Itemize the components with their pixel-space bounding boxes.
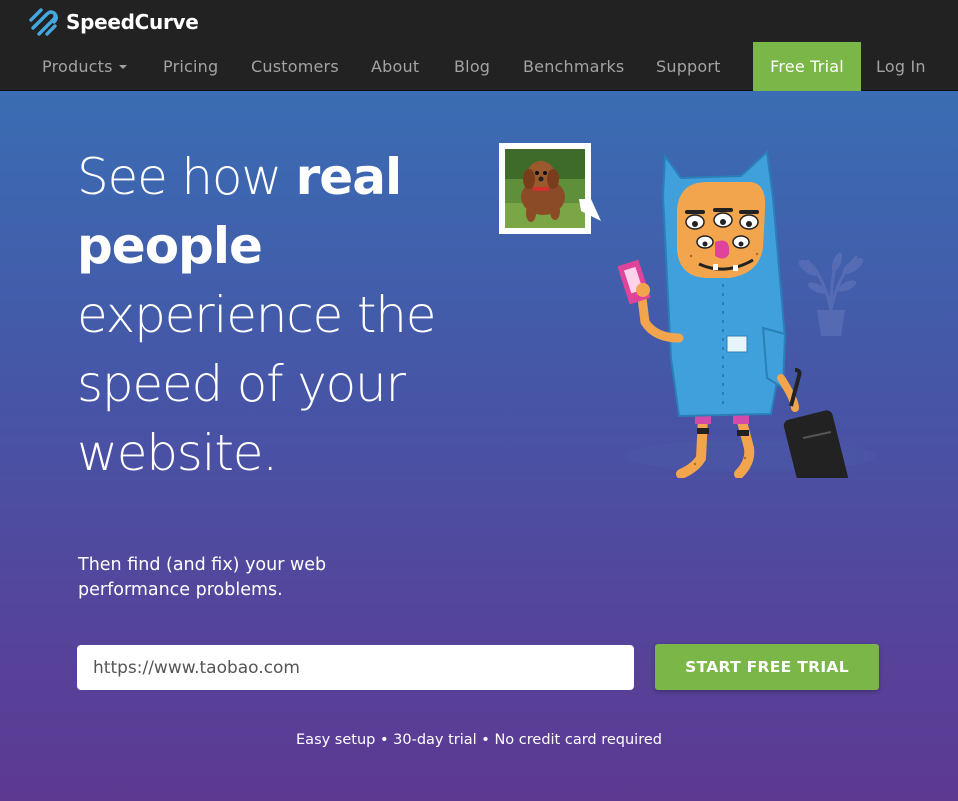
headline-line-1: See how real	[77, 148, 402, 206]
free-trial-button[interactable]: Free Trial	[753, 42, 861, 91]
nav-item-pricing[interactable]: Pricing	[163, 42, 218, 91]
potted-plant-icon	[798, 252, 864, 336]
headline-line-5: website.	[77, 424, 278, 482]
speedcurve-logo-icon	[29, 8, 58, 36]
brand-logo[interactable]: SpeedCurve	[27, 6, 199, 38]
hero-headline: See how real people experience the speed…	[77, 143, 497, 488]
hero-subhead: Then find (and fix) your web performance…	[78, 555, 327, 600]
top-navigation-bar: SpeedCurve Products Pricing Customers Ab…	[0, 0, 958, 91]
hero-section: See how real people experience the speed…	[0, 91, 958, 801]
nav-item-support[interactable]: Support	[656, 42, 721, 91]
headline-line-4: speed of your	[77, 355, 406, 413]
nav-item-customers[interactable]: Customers	[251, 42, 339, 91]
website-url-input[interactable]	[77, 645, 634, 690]
dog-photo-speech-bubble	[499, 143, 601, 234]
nav-item-benchmarks[interactable]: Benchmarks	[523, 42, 624, 91]
caret-down-icon	[118, 64, 127, 69]
ticket-card	[617, 259, 651, 305]
suitcase-icon	[783, 368, 849, 478]
nav-item-label: Products	[42, 57, 113, 76]
nav-item-blog[interactable]: Blog	[454, 42, 490, 91]
headline-line-3: experience the	[77, 286, 436, 344]
main-nav: Products Pricing Customers About Blog Be…	[0, 42, 958, 91]
brand-name: SpeedCurve	[66, 10, 199, 34]
login-link[interactable]: Log In	[876, 42, 926, 91]
trial-fineprint: Easy setup • 30-day trial • No credit ca…	[296, 732, 662, 748]
nav-item-about[interactable]: About	[371, 42, 419, 91]
headline-line-2: people	[77, 217, 263, 275]
nav-item-products[interactable]: Products	[42, 42, 127, 91]
dog-photo	[505, 149, 585, 228]
start-free-trial-button[interactable]: START FREE TRIAL	[655, 644, 879, 690]
speech-bubble-tail	[579, 199, 601, 221]
